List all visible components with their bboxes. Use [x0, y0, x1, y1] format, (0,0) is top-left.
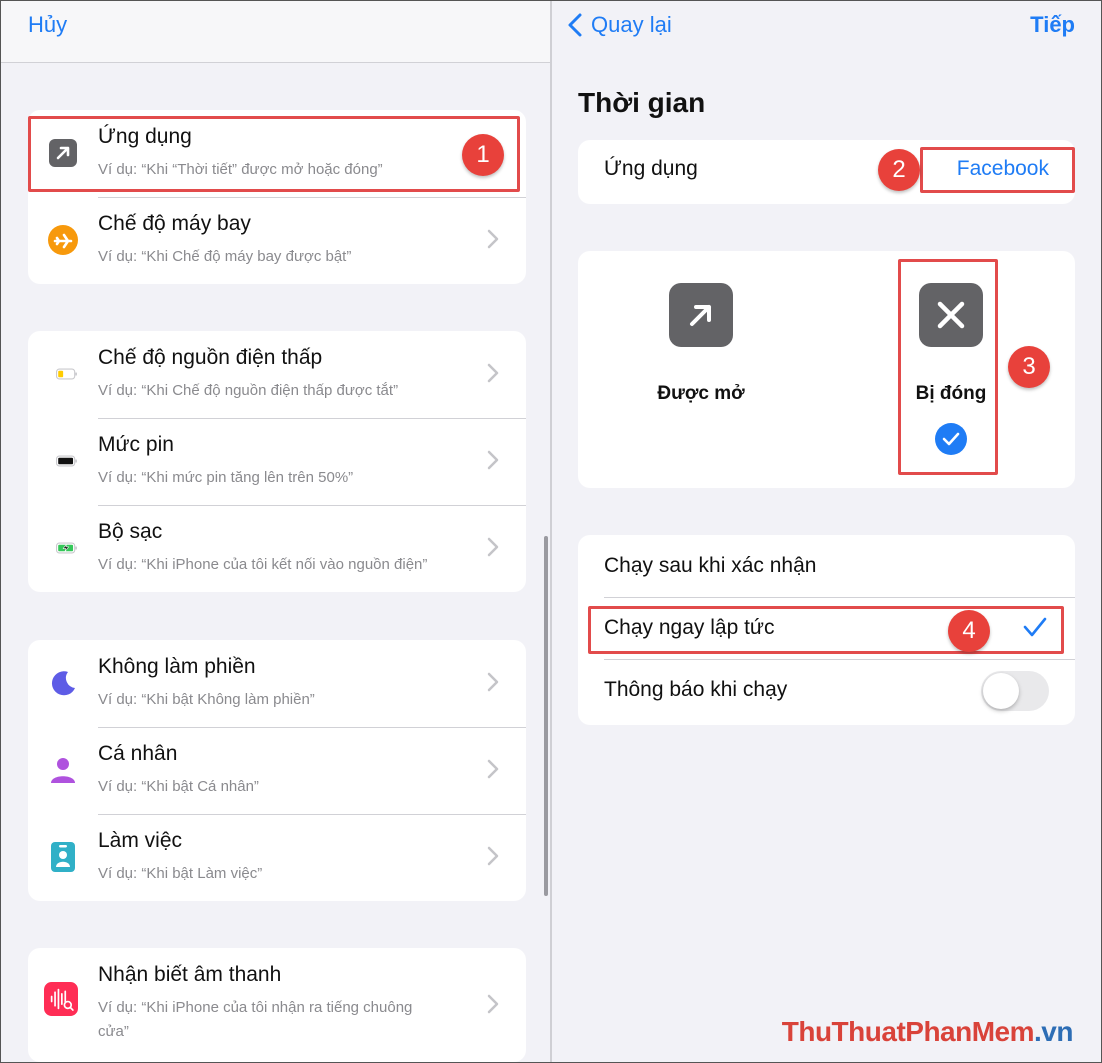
chevron-right-icon	[487, 450, 499, 470]
trigger-group-4: Nhận biết âm thanh Ví dụ: “Khi iPhone củ…	[28, 948, 526, 1062]
app-label: Ứng dụng	[604, 157, 698, 180]
notify-toggle[interactable]	[981, 671, 1049, 711]
list-item-charger[interactable]: Bộ sạc Ví dụ: “Khi iPhone của tôi kết nố…	[28, 505, 526, 592]
watermark-logo: ThuThuatPhanMem.vn	[781, 1016, 1074, 1047]
list-item-title: Mức pin	[98, 433, 174, 456]
list-item-low-power-mode[interactable]: Chế độ nguồn điện thấp Ví dụ: “Khi Chế đ…	[28, 331, 526, 418]
back-button[interactable]: Quay lại	[567, 12, 672, 38]
list-item-subtitle: Ví dụ: “Khi Chế độ nguồn điện thấp được …	[98, 382, 399, 399]
charging-battery-icon	[48, 533, 78, 563]
list-item-personal[interactable]: Cá nhân Ví dụ: “Khi bật Cá nhân”	[28, 727, 526, 814]
chevron-right-icon	[487, 994, 499, 1014]
low-battery-icon	[48, 359, 78, 389]
annotation-box-3	[898, 259, 998, 475]
option-label: Thông báo khi chạy	[604, 678, 788, 701]
battery-icon	[48, 446, 78, 476]
option-label: Chạy sau khi xác nhận	[604, 554, 817, 577]
list-item-battery-level[interactable]: Mức pin Ví dụ: “Khi mức pin tăng lên trê…	[28, 418, 526, 505]
list-item-airplane-mode[interactable]: Chế độ máy bay Ví dụ: “Khi Chế độ máy ba…	[28, 197, 526, 284]
back-button-label: Quay lại	[591, 12, 672, 37]
annotation-box-1	[28, 116, 520, 192]
chevron-left-icon	[568, 13, 582, 37]
annotation-badge-2: 2	[878, 149, 920, 191]
list-item-title: Cá nhân	[98, 742, 178, 765]
list-item-subtitle: Ví dụ: “Khi bật Cá nhân”	[98, 778, 259, 795]
choice-opened[interactable]: Được mở	[636, 283, 766, 405]
list-item-title: Nhận biết âm thanh	[98, 963, 282, 986]
trigger-group-3: Không làm phiền Ví dụ: “Khi bật Không là…	[28, 640, 526, 901]
list-item-do-not-disturb[interactable]: Không làm phiền Ví dụ: “Khi bật Không là…	[28, 640, 526, 727]
list-item-subtitle: Ví dụ: “Khi bật Không làm phiền”	[98, 691, 315, 708]
annotation-badge-3: 3	[1008, 346, 1050, 388]
list-item-title: Không làm phiền	[98, 655, 256, 678]
next-button[interactable]: Tiếp	[1030, 12, 1075, 38]
choice-label: Được mở	[657, 383, 745, 404]
chevron-right-icon	[487, 846, 499, 866]
annotation-box-4	[588, 606, 1064, 654]
left-nav-bar: Hủy	[1, 1, 550, 63]
trigger-group-2: Chế độ nguồn điện thấp Ví dụ: “Khi Chế đ…	[28, 331, 526, 592]
list-item-title: Làm việc	[98, 829, 183, 852]
list-item-title: Chế độ nguồn điện thấp	[98, 346, 323, 369]
list-item-title: Bộ sạc	[98, 520, 163, 543]
list-item-work[interactable]: Làm việc Ví dụ: “Khi bật Làm việc”	[28, 814, 526, 901]
list-item-sound-recognition[interactable]: Nhận biết âm thanh Ví dụ: “Khi iPhone củ…	[28, 948, 526, 1062]
chevron-right-icon	[487, 672, 499, 692]
state-choice-card: Được mở Bị đóng	[578, 251, 1075, 488]
option-notify-when-run: Thông báo khi chạy	[578, 659, 1075, 721]
id-badge-icon	[48, 842, 78, 872]
chevron-right-icon	[487, 363, 499, 383]
annotation-badge-4: 4	[948, 610, 990, 652]
toggle-knob	[983, 673, 1019, 709]
list-item-subtitle: Ví dụ: “Khi Chế độ máy bay được bật”	[98, 248, 352, 265]
list-item-title: Chế độ máy bay	[98, 212, 251, 235]
person-icon	[48, 755, 78, 785]
scrollbar[interactable]	[544, 536, 548, 896]
section-title: Thời gian	[578, 87, 706, 118]
cancel-button[interactable]: Hủy	[28, 12, 67, 38]
chevron-right-icon	[487, 759, 499, 779]
airplane-icon	[48, 225, 78, 255]
chevron-right-icon	[487, 229, 499, 249]
list-item-subtitle: Ví dụ: “Khi iPhone của tôi kết nối vào n…	[98, 556, 428, 573]
list-item-subtitle: Ví dụ: “Khi mức pin tăng lên trên 50%”	[98, 469, 354, 486]
annotation-box-2	[920, 147, 1075, 193]
list-item-subtitle: Ví dụ: “Khi iPhone của tôi nhận ra tiếng…	[98, 999, 413, 1040]
annotation-badge-1: 1	[462, 134, 504, 176]
chevron-right-icon	[487, 537, 499, 557]
moon-icon	[48, 668, 78, 698]
option-run-after-confirm[interactable]: Chạy sau khi xác nhận	[578, 535, 1075, 597]
open-arrow-icon	[669, 283, 733, 347]
list-item-subtitle: Ví dụ: “Khi bật Làm việc”	[98, 865, 263, 882]
sound-wave-icon	[44, 982, 78, 1016]
